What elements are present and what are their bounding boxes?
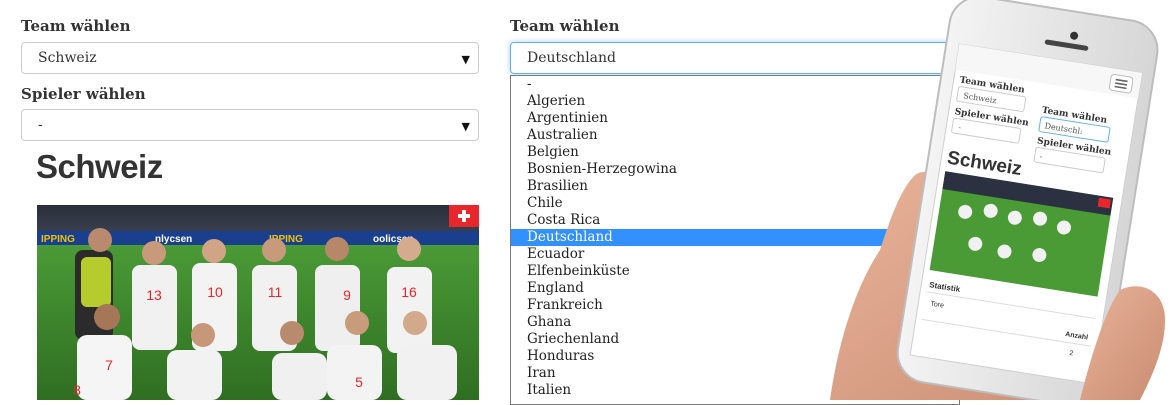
player-select-label: Spieler wählen [21,85,146,103]
team-select-2-label: Team wählen [510,17,620,35]
player-select-value: - [38,117,43,133]
team-heading: Schweiz [36,148,163,185]
team-photo: IPPING nlycsen IPPING oolicsen 13 10 11 … [37,205,479,400]
jersey-number: 11 [268,284,283,300]
team-select[interactable]: Schweiz ▼ [21,42,479,74]
team-select-label: Team wählen [21,17,131,35]
jersey-number: 13 [146,287,162,303]
jersey-number: 10 [207,284,223,300]
player-select[interactable]: - ▼ [21,109,479,141]
hamburger-menu-icon [1108,73,1134,94]
jersey-number: 9 [343,287,351,303]
phone-mockup: Team wählen Schweiz Spieler wählen - Tea… [820,0,1171,400]
jersey-number: 8 [73,382,81,398]
banner-text: IPPING [41,234,75,245]
jersey-number: 7 [105,357,113,373]
jersey-number: 16 [401,284,417,300]
jersey-number: 5 [355,374,363,390]
caret-down-icon: ▼ [461,120,470,133]
team-select-2-value: Deutschland [527,50,616,66]
team-select-value: Schweiz [38,50,97,66]
caret-down-icon: ▼ [461,53,470,66]
swiss-flag-icon [449,205,479,227]
